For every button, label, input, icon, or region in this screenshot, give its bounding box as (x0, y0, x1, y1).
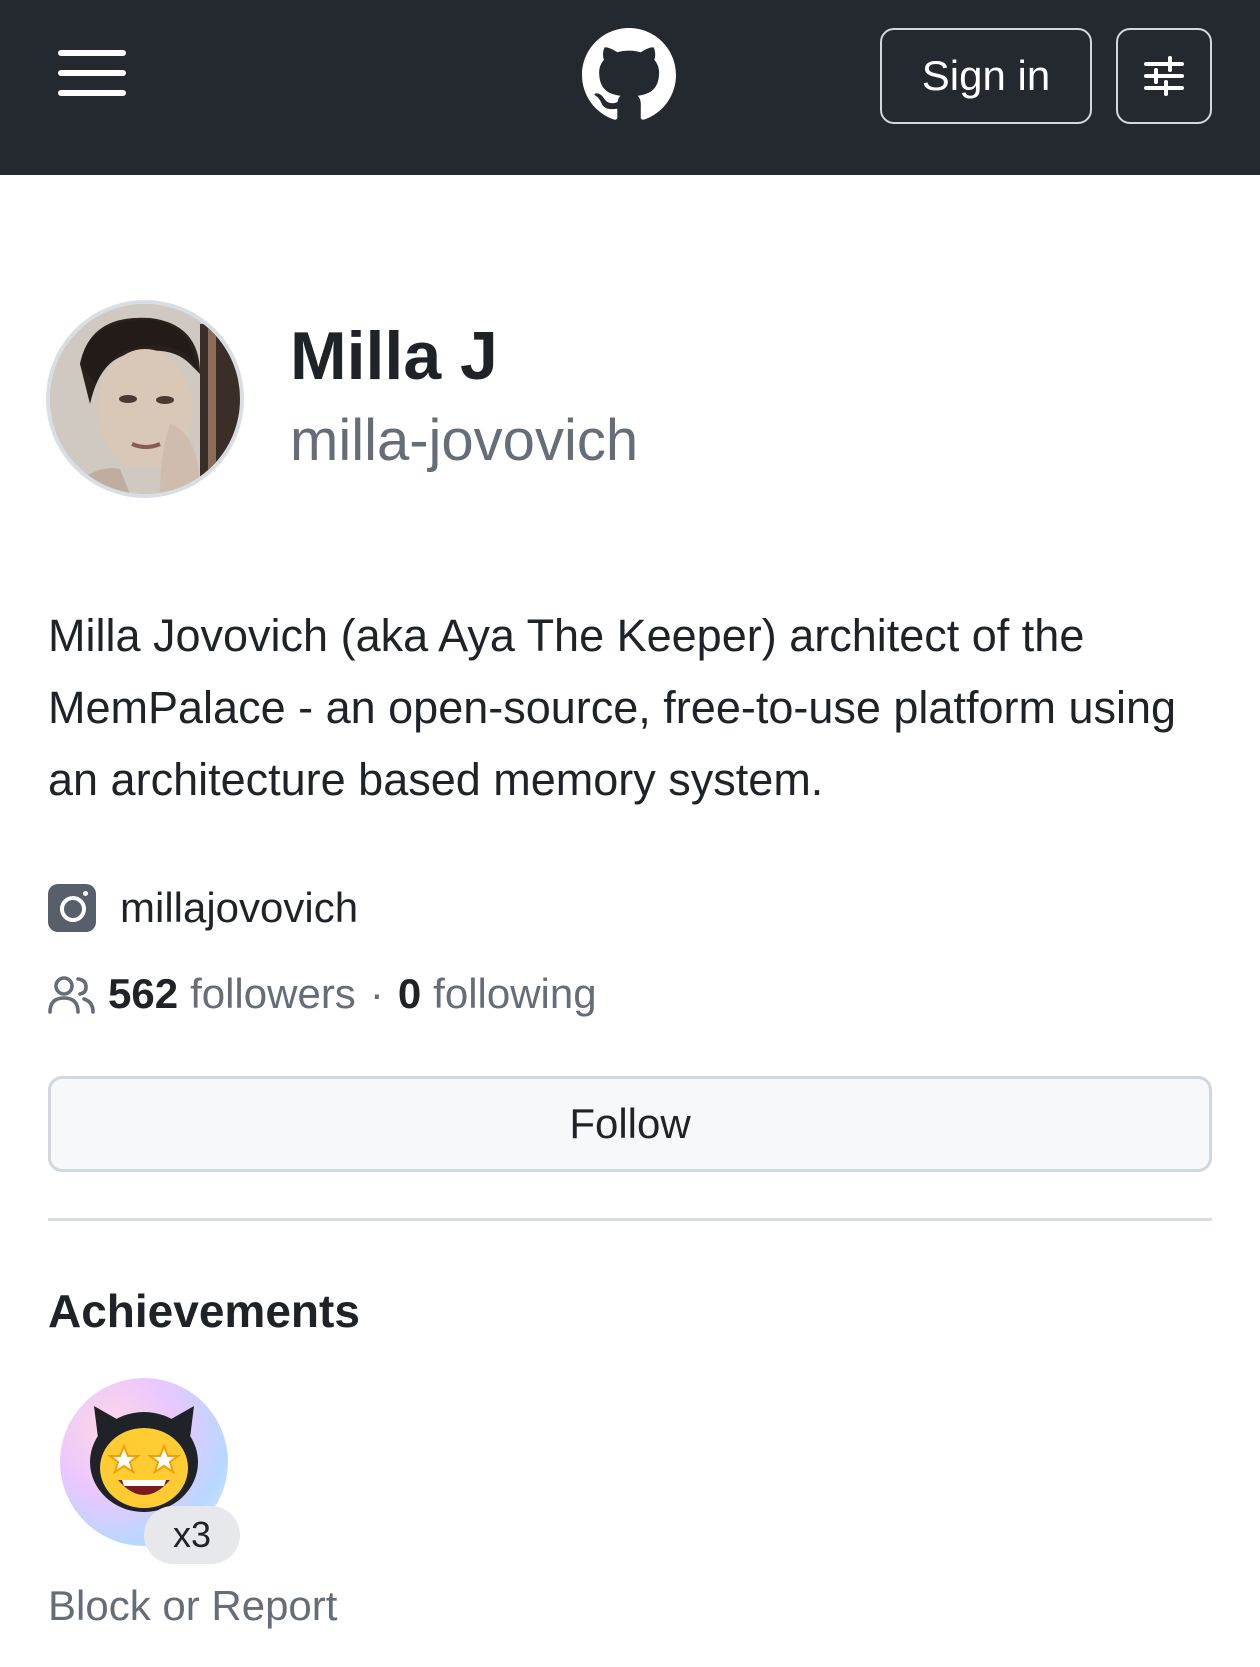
sliders-icon (1144, 56, 1184, 96)
achievements-heading: Achievements (48, 1285, 360, 1337)
profile-username: milla-jovovich (290, 408, 639, 473)
sign-in-button[interactable]: Sign in (880, 28, 1092, 124)
profile-display-name: Milla J (290, 318, 498, 394)
follow-stats: 562 followers · 0 following (48, 970, 597, 1018)
menu-line (58, 90, 126, 96)
stats-separator: · (369, 970, 384, 1017)
following-link[interactable]: 0 following (398, 970, 597, 1018)
profile-bio: Milla Jovovich (aka Aya The Keeper) arch… (48, 610, 1177, 805)
people-icon (48, 976, 95, 1014)
social-link: millajovovich (48, 884, 358, 932)
achievement-count-badge: x3 (144, 1506, 240, 1564)
instagram-icon[interactable] (48, 884, 96, 932)
hamburger-menu-icon[interactable] (58, 48, 128, 98)
followers-count: 562 (108, 970, 179, 1017)
followers-label: followers (190, 970, 356, 1017)
github-logo-icon[interactable] (582, 28, 676, 122)
menu-line (58, 50, 126, 56)
following-label: following (433, 970, 597, 1017)
avatar-photo (50, 304, 240, 494)
top-navigation-bar: Sign in (0, 0, 1260, 175)
follow-button[interactable]: Follow (48, 1076, 1212, 1172)
instagram-handle-link[interactable]: millajovovich (120, 884, 358, 932)
followers-link[interactable]: 562 followers (108, 970, 356, 1018)
block-or-report-link[interactable]: Block or Report (48, 1582, 337, 1630)
settings-button[interactable] (1116, 28, 1212, 124)
menu-line (58, 70, 126, 76)
avatar[interactable] (46, 300, 244, 498)
following-count: 0 (397, 970, 422, 1017)
section-divider (48, 1218, 1212, 1221)
